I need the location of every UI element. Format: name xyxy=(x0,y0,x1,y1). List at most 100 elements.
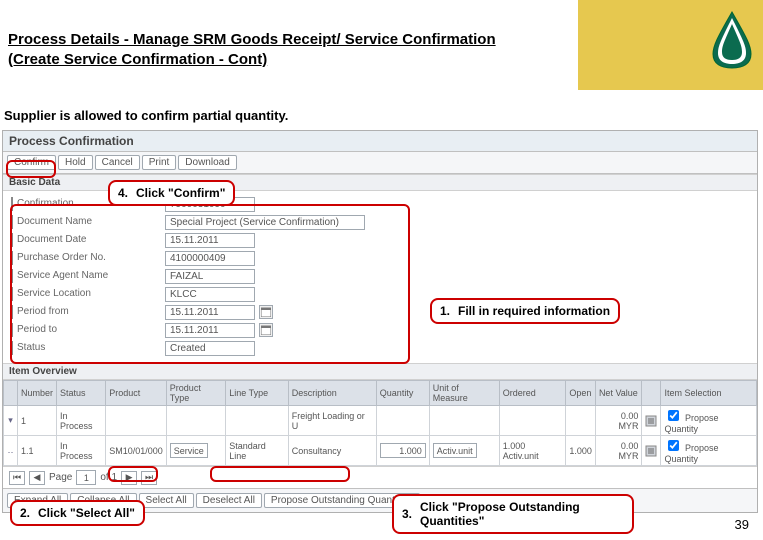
item-overview-header: Item Overview xyxy=(3,363,757,380)
location-label: Service Location xyxy=(11,287,161,301)
table-header-row: Number Status Product Product Type Line … xyxy=(4,381,757,406)
cell-product xyxy=(106,406,167,436)
col-ltype: Line Type xyxy=(226,381,288,406)
slide-subtitle: Supplier is allowed to confirm partial q… xyxy=(4,108,288,123)
cell-uom xyxy=(429,406,499,436)
col-open: Open xyxy=(566,381,596,406)
cell-qty xyxy=(376,406,429,436)
callout-text: Click "Confirm" xyxy=(136,186,225,200)
basic-data-form: Confirmation 7900031090 Document Name Sp… xyxy=(3,191,757,363)
cell-ltype: Standard Line xyxy=(226,436,288,466)
period-from-label: Period from xyxy=(11,305,161,319)
hold-button[interactable]: Hold xyxy=(58,155,93,170)
cancel-button[interactable]: Cancel xyxy=(95,155,140,170)
pager-page-label: Page xyxy=(49,472,72,483)
callout-num: 3. xyxy=(402,507,412,521)
callout-4: 4. Click "Confirm" xyxy=(108,180,235,206)
callout-text: Click "Select All" xyxy=(38,506,135,520)
period-to-field[interactable]: 15.11.2011 xyxy=(165,323,255,338)
cell-uom: Activ.unit xyxy=(429,436,499,466)
doc-date-field[interactable]: 15.11.2011 xyxy=(165,233,255,248)
row-expander[interactable]: ▾ xyxy=(4,406,18,436)
print-button[interactable]: Print xyxy=(142,155,177,170)
cell-desc: Freight Loading or U xyxy=(288,406,376,436)
status-field: Created xyxy=(165,341,255,356)
pager-last-button[interactable]: ⏭ xyxy=(141,471,157,485)
cell-ordered: 1.000 Activ.unit xyxy=(499,436,566,466)
page-title: Process Details - Manage SRM Goods Recei… xyxy=(8,30,528,69)
cell-product: SM10/01/000 xyxy=(106,436,167,466)
brand-logo-block xyxy=(578,0,763,90)
propose-qty-checkbox[interactable] xyxy=(668,410,679,421)
table-row: ‥ 1.1 In Process SM10/01/000 Service Sta… xyxy=(4,436,757,466)
callout-1: 1. Fill in required information xyxy=(430,298,620,324)
callout-text: Fill in required information xyxy=(458,304,610,318)
cell-ptype xyxy=(166,406,225,436)
cell-select[interactable]: Propose Quantity xyxy=(661,406,757,436)
download-button[interactable]: Download xyxy=(178,155,236,170)
main-toolbar: Confirm Hold Cancel Print Download xyxy=(3,152,757,174)
cell-desc: Consultancy xyxy=(288,436,376,466)
cell-status: In Process xyxy=(57,406,106,436)
cell-ordered xyxy=(499,406,566,436)
cell-status: In Process xyxy=(57,436,106,466)
cell-qty[interactable]: 1.000 xyxy=(376,436,429,466)
row-detail-icon[interactable] xyxy=(642,436,661,466)
pager-of-label: of 1 xyxy=(100,472,117,483)
col-net: Net Value xyxy=(595,381,642,406)
callout-2: 2. Click "Select All" xyxy=(10,500,145,526)
cell-open xyxy=(566,406,596,436)
calendar-icon[interactable] xyxy=(259,323,273,337)
callout-num: 4. xyxy=(118,186,128,200)
cell-open: 1.000 xyxy=(566,436,596,466)
pager-first-button[interactable]: ⏮ xyxy=(9,471,25,485)
col-uom: Unit of Measure xyxy=(429,381,499,406)
agent-field[interactable]: FAIZAL xyxy=(165,269,255,284)
propose-qty-checkbox[interactable] xyxy=(668,440,679,451)
calendar-icon[interactable] xyxy=(259,305,273,319)
period-from-field[interactable]: 15.11.2011 xyxy=(165,305,255,320)
col-desc: Description xyxy=(288,381,376,406)
cell-number: 1.1 xyxy=(18,436,57,466)
cell-number: 1 xyxy=(18,406,57,436)
confirm-button[interactable]: Confirm xyxy=(7,155,56,170)
petronas-drop-icon xyxy=(709,10,755,70)
col-number: Number xyxy=(18,381,57,406)
callout-text: Click "Propose Outstanding Quantities" xyxy=(420,500,624,528)
pager-next-button[interactable]: ▶ xyxy=(121,471,137,485)
cell-net: 0.00 MYR xyxy=(595,406,642,436)
slide-header: Process Details - Manage SRM Goods Recei… xyxy=(0,0,763,90)
agent-label: Service Agent Name xyxy=(11,269,161,283)
col-product: Product xyxy=(106,381,167,406)
pager-page-input[interactable]: 1 xyxy=(76,470,96,485)
doc-date-label: Document Date xyxy=(11,233,161,247)
select-all-button[interactable]: Select All xyxy=(139,493,194,508)
col-status: Status xyxy=(57,381,106,406)
pager-prev-button[interactable]: ◀ xyxy=(29,471,45,485)
cell-ptype: Service xyxy=(166,436,225,466)
callout-3: 3. Click "Propose Outstanding Quantities… xyxy=(392,494,634,534)
col-qty: Quantity xyxy=(376,381,429,406)
po-field[interactable]: 4100000409 xyxy=(165,251,255,266)
callout-num: 2. xyxy=(20,506,30,520)
slide-number: 39 xyxy=(735,517,749,532)
table-row: ▾ 1 In Process Freight Loading or U 0.00… xyxy=(4,406,757,436)
callout-num: 1. xyxy=(440,304,450,318)
row-expander[interactable]: ‥ xyxy=(4,436,18,466)
col-ordered: Ordered xyxy=(499,381,566,406)
deselect-all-button[interactable]: Deselect All xyxy=(196,493,262,508)
cell-net: 0.00 MYR xyxy=(595,436,642,466)
location-field[interactable]: KLCC xyxy=(165,287,255,302)
pager: ⏮ ◀ Page 1 of 1 ▶ ⏭ xyxy=(3,466,757,488)
col-sel: Item Selection xyxy=(661,381,757,406)
col-ptype: Product Type xyxy=(166,381,225,406)
row-detail-icon[interactable] xyxy=(642,406,661,436)
cell-ltype xyxy=(226,406,288,436)
status-label: Status xyxy=(11,341,161,355)
cell-select[interactable]: Propose Quantity xyxy=(661,436,757,466)
sap-screen-title: Process Confirmation xyxy=(3,131,757,152)
po-label: Purchase Order No. xyxy=(11,251,161,265)
item-table: Number Status Product Product Type Line … xyxy=(3,380,757,466)
doc-name-label: Document Name xyxy=(11,215,161,229)
doc-name-field[interactable]: Special Project (Service Confirmation) xyxy=(165,215,365,230)
